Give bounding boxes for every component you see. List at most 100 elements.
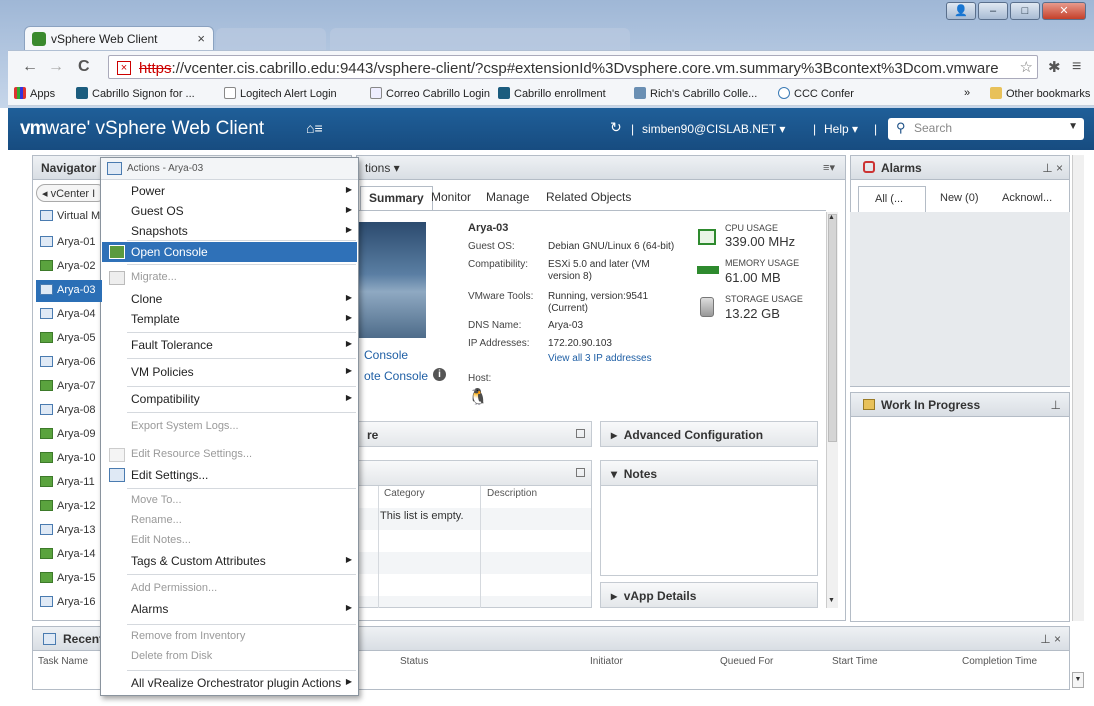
nav-vm-item[interactable]: Arya-06: [36, 352, 102, 374]
bookmarks-overflow[interactable]: »: [964, 87, 970, 99]
scroll-up-icon[interactable]: ▲: [828, 214, 835, 221]
notes-body[interactable]: [600, 486, 818, 576]
nav-vm-item[interactable]: Arya-16: [36, 592, 102, 614]
notes-section[interactable]: ▾ Notes: [600, 460, 818, 486]
tab-manage[interactable]: Manage: [486, 190, 529, 204]
launch-console-link[interactable]: Console: [364, 348, 408, 362]
advanced-configuration-section[interactable]: ▸ Advanced Configuration: [600, 421, 818, 447]
storage-usage-label: STORAGE USAGE: [725, 294, 803, 304]
tags-section[interactable]: [356, 460, 592, 486]
close-window-button[interactable]: ✕: [1042, 2, 1086, 20]
nav-vm-item[interactable]: Arya-03: [36, 280, 102, 302]
maximize-icon[interactable]: [576, 429, 585, 438]
other-bookmarks[interactable]: Other bookmarks: [990, 87, 1090, 100]
pin-close-icon[interactable]: ⊥ ×: [1042, 161, 1063, 175]
refresh-icon[interactable]: ↻: [610, 119, 622, 136]
people-icon[interactable]: 👤: [946, 2, 976, 20]
bookmark-item[interactable]: CCC Confer: [778, 87, 854, 100]
col-status[interactable]: Status: [400, 656, 428, 667]
minimize-button[interactable]: –: [978, 2, 1008, 20]
bookmark-item[interactable]: Cabrillo Signon for ...: [76, 87, 195, 100]
menu-item-tags-custom-attributes[interactable]: Tags & Custom Attributes ▶: [102, 551, 357, 571]
address-bar[interactable]: × https://vcenter.cis.cabrillo.edu:9443/…: [108, 55, 1038, 79]
vm-hardware-section[interactable]: re: [356, 421, 592, 447]
tab-monitor[interactable]: Monitor: [431, 190, 471, 204]
menu-item-fault-tolerance[interactable]: Fault Tolerance ▶: [102, 335, 357, 355]
nav-vm-item[interactable]: Arya-04: [36, 304, 102, 326]
col-task-name[interactable]: Task Name: [38, 656, 88, 667]
nav-vm-item[interactable]: Arya-07: [36, 376, 102, 398]
actions-dropdown[interactable]: tions ▾: [357, 156, 845, 180]
reload-icon[interactable]: C: [78, 58, 90, 76]
bookmark-item[interactable]: Logitech Alert Login: [224, 87, 337, 100]
menu-item-compatibility[interactable]: Compatibility ▶: [102, 389, 357, 409]
bookmark-item[interactable]: Correo Cabrillo Login: [370, 87, 490, 100]
vm-console-thumbnail[interactable]: [356, 222, 426, 338]
menu-item-vm-policies[interactable]: VM Policies ▶: [102, 362, 357, 382]
alarms-tab-all[interactable]: All (...: [858, 186, 926, 212]
col-completion-time[interactable]: Completion Time: [962, 656, 1037, 667]
extension-icon[interactable]: ✱: [1048, 58, 1061, 76]
col-category[interactable]: Category: [384, 488, 425, 499]
maximize-button[interactable]: □: [1010, 2, 1040, 20]
close-tab-icon[interactable]: ×: [197, 31, 205, 46]
menu-icon[interactable]: ≡: [1072, 58, 1081, 76]
nav-vm-item[interactable]: Arya-05: [36, 328, 102, 350]
background-tab[interactable]: [330, 28, 630, 50]
alarms-tab-new[interactable]: New (0): [940, 192, 979, 204]
menu-item-power[interactable]: Power ▶: [102, 181, 357, 201]
nav-vm-item[interactable]: Arya-15: [36, 568, 102, 590]
scroll-down-icon[interactable]: ▼: [1072, 672, 1084, 688]
tab-summary[interactable]: Summary: [360, 186, 433, 211]
summary-scrollbar[interactable]: [826, 212, 838, 608]
menu-item-snapshots[interactable]: Snapshots ▶: [102, 221, 357, 241]
navigator-back-button[interactable]: ◂ vCenter I: [36, 184, 106, 202]
menu-item-open-console[interactable]: Open Console: [102, 242, 357, 262]
col-initiator[interactable]: Initiator: [590, 656, 623, 667]
nav-vm-item[interactable]: Arya-13: [36, 520, 102, 542]
alarms-tab-acknowledged[interactable]: Acknowl...: [1002, 192, 1052, 204]
nav-vm-item[interactable]: Arya-14: [36, 544, 102, 566]
search-input[interactable]: ⚲ Search ▼: [888, 118, 1084, 140]
help-menu[interactable]: Help ▾: [824, 122, 858, 136]
chevron-down-icon[interactable]: ▼: [1068, 121, 1078, 132]
menu-item-edit-settings[interactable]: Edit Settings...: [102, 465, 357, 485]
background-tab[interactable]: [216, 28, 326, 50]
nav-vm-item[interactable]: Arya-02: [36, 256, 102, 278]
nav-vm-item[interactable]: Arya-01: [36, 232, 102, 254]
bookmark-item[interactable]: Cabrillo enrollment: [498, 87, 606, 100]
home-menu-icon[interactable]: ⌂≡: [306, 120, 323, 136]
nav-vm-item[interactable]: Arya-10: [36, 448, 102, 470]
vapp-details-section[interactable]: ▸ vApp Details: [600, 582, 818, 608]
menu-item-alarms[interactable]: Alarms ▶: [102, 599, 357, 619]
launch-remote-console-link[interactable]: ote Console: [364, 369, 428, 383]
info-icon[interactable]: i: [433, 368, 446, 381]
col-start-time[interactable]: Start Time: [832, 656, 878, 667]
col-description[interactable]: Description: [487, 488, 537, 499]
panel-menu-icon[interactable]: ≡▾: [823, 161, 835, 174]
nav-vm-item[interactable]: Arya-09: [36, 424, 102, 446]
forward-arrow-icon[interactable]: →: [48, 58, 64, 76]
bookmark-star-icon[interactable]: ☆: [1020, 58, 1033, 76]
menu-item-all-vrealize-orchestrator-plugin-actions[interactable]: All vRealize Orchestrator plugin Actions…: [102, 673, 357, 693]
menu-item-template[interactable]: Template ▶: [102, 309, 357, 329]
nav-vm-item[interactable]: Arya-08: [36, 400, 102, 422]
tab-related-objects[interactable]: Related Objects: [546, 190, 631, 204]
pin-icon[interactable]: ⊥: [1051, 398, 1061, 412]
bookmark-apps[interactable]: Apps: [14, 87, 55, 100]
user-menu[interactable]: simben90@CISLAB.NET ▾: [642, 122, 785, 136]
nav-vm-item[interactable]: Arya-11: [36, 472, 102, 494]
scroll-down-icon[interactable]: ▼: [828, 597, 835, 604]
nav-vm-item[interactable]: Arya-12: [36, 496, 102, 518]
browser-tab-active[interactable]: vSphere Web Client ×: [24, 26, 214, 50]
menu-item-guest-os[interactable]: Guest OS ▶: [102, 201, 357, 221]
bookmark-item[interactable]: Rich's Cabrillo Colle...: [634, 87, 757, 100]
back-arrow-icon[interactable]: ←: [22, 58, 38, 76]
menu-item-clone[interactable]: Clone ▶: [102, 289, 357, 309]
view-all-ips-link[interactable]: View all 3 IP addresses: [548, 353, 652, 364]
pin-close-icon[interactable]: ⊥ ×: [1040, 632, 1061, 646]
insecure-warning-icon[interactable]: ×: [117, 61, 131, 75]
right-scrollbar[interactable]: [1072, 155, 1084, 621]
maximize-icon[interactable]: [576, 468, 585, 477]
col-queued-for[interactable]: Queued For: [720, 656, 773, 667]
